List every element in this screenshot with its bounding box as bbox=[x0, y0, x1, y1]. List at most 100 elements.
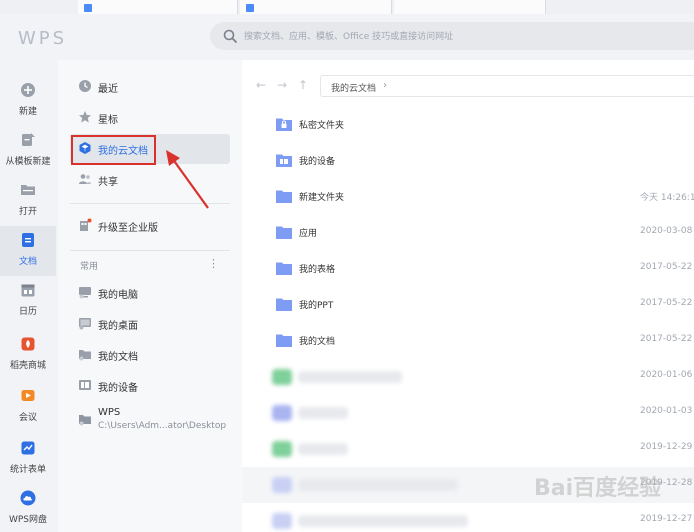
plus-circle-icon bbox=[21, 83, 35, 97]
blurred-file-icon bbox=[272, 477, 292, 493]
folder-path: C:\Users\Adm...ator\Desktop bbox=[98, 421, 227, 431]
rail-label: 会议 bbox=[18, 413, 37, 423]
file-date: 2020-03-08 bbox=[640, 226, 693, 236]
calendar-icon bbox=[21, 284, 35, 297]
forward-button[interactable]: → bbox=[277, 78, 287, 92]
file-name: 应用 bbox=[299, 229, 318, 239]
chevron-right-icon[interactable]: › bbox=[383, 80, 387, 91]
nav-label: WPS bbox=[98, 407, 121, 418]
nav-divider bbox=[70, 250, 230, 251]
file-row[interactable]: 应用 2020-03-08 bbox=[242, 215, 694, 251]
device-icon bbox=[79, 380, 91, 390]
file-row[interactable]: 我的文档 2017-05-22 bbox=[242, 323, 694, 359]
watermark: Bai百度经验 bbox=[534, 476, 662, 501]
file-row[interactable]: 我的设备 bbox=[242, 143, 694, 179]
more-options-icon[interactable]: ⋮ bbox=[208, 257, 219, 270]
blurred-file-name bbox=[298, 515, 468, 527]
nav-label: 升级至企业版 bbox=[98, 223, 158, 234]
file-row[interactable]: 我的表格 2017-05-22 bbox=[242, 251, 694, 287]
document-icon bbox=[22, 233, 34, 247]
tab-strip bbox=[0, 0, 694, 14]
blurred-file-name bbox=[298, 407, 348, 419]
tab-icon bbox=[246, 4, 254, 12]
rail-label: 日历 bbox=[18, 307, 37, 317]
rail-label: 文档 bbox=[18, 257, 37, 267]
tab-1[interactable] bbox=[78, 0, 238, 14]
back-button[interactable]: ← bbox=[256, 78, 266, 92]
folder-icon bbox=[276, 262, 292, 275]
rail-item-form[interactable]: 统计表单 bbox=[0, 434, 56, 484]
my-docs-icon bbox=[79, 350, 91, 361]
file-browser: ← → ↑ 我的云文档 › 私密文件夹 我的设备 新建文件夹 今天 14:26:… bbox=[242, 60, 694, 532]
breadcrumb-item[interactable]: 我的云文档 bbox=[331, 81, 376, 94]
file-name: 我的表格 bbox=[299, 265, 336, 275]
blurred-file-name bbox=[298, 443, 348, 455]
nav-label: 我的桌面 bbox=[98, 321, 138, 332]
rail-label: WPS网盘 bbox=[8, 515, 48, 525]
file-row[interactable]: 我的PPT 2017-05-22 bbox=[242, 287, 694, 323]
rail-item-template[interactable]: 从模板新建 bbox=[0, 126, 56, 176]
nav-item-recent[interactable]: 最近 bbox=[70, 72, 230, 102]
nav-item-my-computer[interactable]: 我的电脑 bbox=[70, 278, 230, 308]
file-row-blurred[interactable]: 2020-01-03 bbox=[242, 395, 694, 431]
file-date: 2017-05-22 bbox=[640, 262, 693, 272]
file-name: 我的文档 bbox=[299, 337, 336, 347]
blurred-file-name bbox=[298, 371, 402, 383]
form-icon bbox=[21, 441, 35, 455]
blurred-file-icon bbox=[272, 441, 292, 457]
rail-item-documents[interactable]: 文档 bbox=[0, 226, 56, 276]
rail-item-open[interactable]: 打开 bbox=[0, 176, 56, 226]
computer-icon bbox=[79, 287, 91, 299]
rail-item-meeting[interactable]: 会议 bbox=[0, 382, 56, 432]
rail-label: 稻壳商城 bbox=[9, 361, 46, 371]
nav-item-starred[interactable]: 星标 bbox=[70, 103, 230, 133]
highlight-box bbox=[71, 135, 156, 165]
search-placeholder: 搜索文档、应用、模板、Office 技巧或直接访问网址 bbox=[244, 32, 454, 42]
tab-icon bbox=[84, 4, 92, 12]
nav-item-wps-folder[interactable]: WPS C:\Users\Adm...ator\Desktop bbox=[70, 402, 230, 436]
breadcrumb[interactable]: 我的云文档 › bbox=[320, 75, 694, 97]
rail-label: 从模板新建 bbox=[5, 157, 51, 167]
nav-label: 我的文档 bbox=[98, 352, 138, 363]
file-row[interactable]: 新建文件夹 今天 14:26:1 bbox=[242, 179, 694, 215]
file-name: 新建文件夹 bbox=[299, 193, 345, 203]
file-date: 2020-01-03 bbox=[640, 406, 693, 416]
cloud-disk-icon bbox=[20, 490, 36, 506]
nav-item-my-desktop[interactable]: 我的桌面 bbox=[70, 309, 230, 339]
section-title-common: 常用 bbox=[80, 262, 99, 272]
left-rail: 新建 从模板新建 打开 文档 日历 稻壳商城 会议 统计表单 WPS网盘 bbox=[0, 60, 58, 532]
file-name: 我的PPT bbox=[299, 301, 334, 311]
folder-icon bbox=[79, 415, 91, 426]
folder-icon bbox=[276, 298, 292, 311]
blurred-file-icon bbox=[272, 369, 292, 385]
search-box[interactable]: 搜索文档、应用、模板、Office 技巧或直接访问网址 bbox=[210, 22, 694, 50]
blurred-file-name bbox=[298, 479, 458, 491]
nav-item-my-devices[interactable]: 我的设备 bbox=[70, 371, 230, 401]
nav-label: 共享 bbox=[98, 177, 118, 188]
folder-icon bbox=[276, 190, 292, 203]
tab-2[interactable] bbox=[240, 0, 392, 14]
rail-label: 统计表单 bbox=[9, 465, 46, 475]
rail-label: 打开 bbox=[18, 207, 37, 217]
rail-item-cloud-disk[interactable]: WPS网盘 bbox=[0, 484, 56, 532]
nav-item-my-documents[interactable]: 我的文档 bbox=[70, 340, 230, 370]
nav-label: 我的电脑 bbox=[98, 290, 138, 301]
up-button[interactable]: ↑ bbox=[298, 78, 308, 92]
file-row-blurred[interactable]: 2020-01-06 bbox=[242, 359, 694, 395]
file-name: 我的设备 bbox=[299, 157, 336, 167]
people-icon bbox=[79, 174, 91, 184]
clock-icon bbox=[79, 80, 91, 92]
file-row[interactable]: 私密文件夹 bbox=[242, 107, 694, 143]
rail-item-docer-store[interactable]: 稻壳商城 bbox=[0, 330, 56, 380]
search-icon bbox=[223, 29, 237, 43]
file-row-blurred[interactable]: 2019-12-27 bbox=[242, 503, 694, 532]
toolbar: ← → ↑ 我的云文档 › bbox=[242, 60, 694, 110]
rail-item-new[interactable]: 新建 bbox=[0, 76, 56, 126]
folder-icon bbox=[276, 226, 292, 239]
file-row-blurred[interactable]: 2019-12-29 bbox=[242, 431, 694, 467]
tab-3[interactable] bbox=[394, 0, 546, 14]
rail-label: 新建 bbox=[18, 107, 37, 117]
lock-folder-icon bbox=[276, 118, 292, 131]
file-date: 2019-12-27 bbox=[640, 514, 693, 524]
rail-item-calendar[interactable]: 日历 bbox=[0, 276, 56, 326]
